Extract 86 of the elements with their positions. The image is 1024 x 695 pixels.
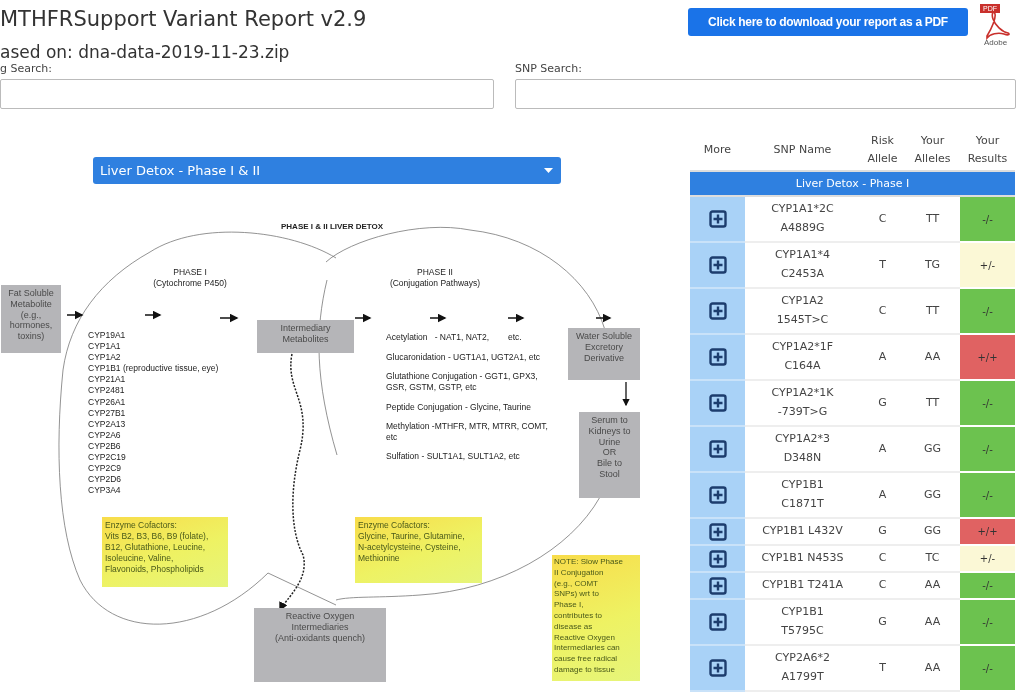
- expand-icon[interactable]: [708, 210, 727, 228]
- source-file-label: ased on: dna-data-2019-11-23.zip: [0, 41, 290, 64]
- table-cell: CYP1A2*1K -739T>G: [745, 381, 860, 427]
- expand-icon[interactable]: [708, 394, 727, 412]
- table-cell: CYP1A2*1F C164A: [745, 335, 860, 381]
- table-cell: G: [860, 600, 905, 646]
- table-cell: C: [860, 573, 905, 600]
- table-cell: A: [860, 335, 905, 381]
- pathway-text: Sulfation - SULT1A1, SULT1A2, etc: [386, 451, 521, 462]
- table-cell: C: [860, 197, 905, 243]
- cofactor-note: Enzyme Cofactors: Glycine, Taurine, Glutamine, N-acetylcysteine, Cysteine, Methionine: [355, 517, 482, 583]
- result-cell: -/-: [960, 646, 1015, 692]
- result-cell: +/+: [960, 519, 1015, 546]
- expand-icon[interactable]: [708, 576, 727, 595]
- group-header: Liver Detox - Phase I: [690, 172, 1015, 197]
- table-cell: C: [860, 546, 905, 573]
- flow-arrow: [622, 381, 630, 407]
- table-cell: T: [860, 646, 905, 692]
- adobe-caption: Adobe: [984, 38, 1008, 47]
- pdf-icon[interactable]: [984, 10, 1010, 40]
- table-cell: CYP1B1 N453S: [745, 546, 860, 573]
- flow-arrow: [144, 310, 162, 320]
- table-cell: CYP1A1*2C A4889G: [745, 197, 860, 243]
- table-cell: A: [860, 473, 905, 519]
- expand-icon[interactable]: [708, 256, 727, 274]
- table-cell: T: [860, 243, 905, 289]
- expand-icon[interactable]: [708, 302, 727, 320]
- flow-arrow: [219, 313, 239, 323]
- search-label: SNP Search:: [515, 62, 583, 77]
- process-box: Serum to Kidneys to Urine OR Bile to Stool: [579, 412, 640, 498]
- table-cell: C: [860, 289, 905, 335]
- expand-icon[interactable]: [708, 348, 727, 366]
- expand-icon[interactable]: [708, 659, 727, 677]
- phase-label: PHASE I (Cytochrome P450): [152, 267, 228, 289]
- process-box: Intermediary Metabolites: [257, 320, 354, 353]
- table-cell: CYP1B1 C1871T: [745, 473, 860, 519]
- expand-icon[interactable]: [708, 522, 727, 541]
- table-cell: CYP1B1 T241A: [745, 573, 860, 600]
- flow-arrow: [507, 313, 525, 323]
- pathway-text: Peptide Conjugation - Glycine, Taurine: [386, 401, 532, 413]
- report-title: MTHFRSupport Variant Report v2.9: [0, 6, 367, 32]
- warning-note: NOTE: Slow Phase II Conjugation (e.g., COMT SNPs) wrt to Phase I, contributes to disease as Reactive Oxygen Intermediaries can cause free radical damage to tissue: [552, 555, 640, 681]
- result-cell: +/-: [960, 546, 1015, 573]
- pathway-text: Methylation -MTHFR, MTR, MTRR, COMT, etc: [386, 421, 549, 443]
- search-field[interactable]: [515, 79, 1016, 109]
- table-cell: G: [860, 519, 905, 546]
- result-cell: +/-: [960, 243, 1015, 289]
- result-cell: +/+: [960, 335, 1015, 381]
- result-cell: -/-: [960, 573, 1015, 600]
- result-cell: -/-: [960, 289, 1015, 335]
- flow-arrow: [429, 313, 447, 323]
- phase-label: PHASE II (Conjugation Pathways): [388, 267, 482, 289]
- table-cell: CYP2A6*2 A1799T: [745, 646, 860, 692]
- expand-icon[interactable]: [708, 486, 727, 504]
- expand-icon[interactable]: [708, 613, 727, 631]
- process-box: Fat Soluble Metabolite (e.g., hormones, toxins): [1, 285, 61, 353]
- flow-arrow: [66, 310, 84, 320]
- table-cell: CYP1B1 L432V: [745, 519, 860, 546]
- diagram-title: PHASE I & II LIVER DETOX: [281, 222, 384, 232]
- search-label: g Search:: [0, 62, 53, 77]
- table-cell: A: [860, 427, 905, 473]
- result-cell: -/-: [960, 473, 1015, 519]
- table-cell: CYP1B1 T5795C: [745, 600, 860, 646]
- expand-icon[interactable]: [708, 549, 727, 568]
- category-dropdown[interactable]: Liver Detox - Phase I & II: [93, 157, 561, 184]
- enzyme-list: CYP19A1 CYP1A1 CYP1A2 CYP1B1 (reproductive tissue, eye) CYP21A1 CYP2481 CYP26A1 CYP27B1 CYP2A13 CYP2A6 CYP2B6 CYP2C19 CYP2C9 CYP2D6 CYP3A4: [88, 330, 219, 497]
- table-cell: CYP1A2 1545T>C: [745, 289, 860, 335]
- flow-arrow: [354, 313, 372, 323]
- flow-arrow: [595, 313, 612, 323]
- process-box: Reactive Oxygen Intermediaries (Anti-oxidants quench): [254, 608, 386, 682]
- cofactor-note: Enzyme Cofactors: Vits B2, B3, B6, B9 (folate), B12, Glutathione, Leucine, Isoleucine, Valine, Flavonoids, Phospholipids: [102, 517, 228, 587]
- table-cell: CYP1A2*3 D348N: [745, 427, 860, 473]
- search-field[interactable]: [0, 79, 494, 109]
- caret-icon: [544, 168, 553, 173]
- download-pdf-button[interactable]: Click here to download your report as a PDF: [688, 8, 968, 36]
- table-cell: G: [860, 381, 905, 427]
- pathway-text: Glucaronidation - UGT1A1, UGT2A1, etc: [386, 351, 541, 363]
- result-cell: -/-: [960, 381, 1015, 427]
- table-cell: CYP1A1*4 C2453A: [745, 243, 860, 289]
- result-cell: -/-: [960, 600, 1015, 646]
- pathway-text: Glutathione Conjugation - GGT1, GPX3, GSR, GSTM, GSTP, etc: [386, 371, 539, 393]
- process-box: Water Soluble Excretory Derivative: [568, 328, 640, 380]
- result-cell: -/-: [960, 197, 1015, 243]
- expand-icon[interactable]: [708, 440, 727, 458]
- pathway-text: Acetylation - NAT1, NAT2, etc.: [386, 332, 523, 343]
- result-cell: -/-: [960, 427, 1015, 473]
